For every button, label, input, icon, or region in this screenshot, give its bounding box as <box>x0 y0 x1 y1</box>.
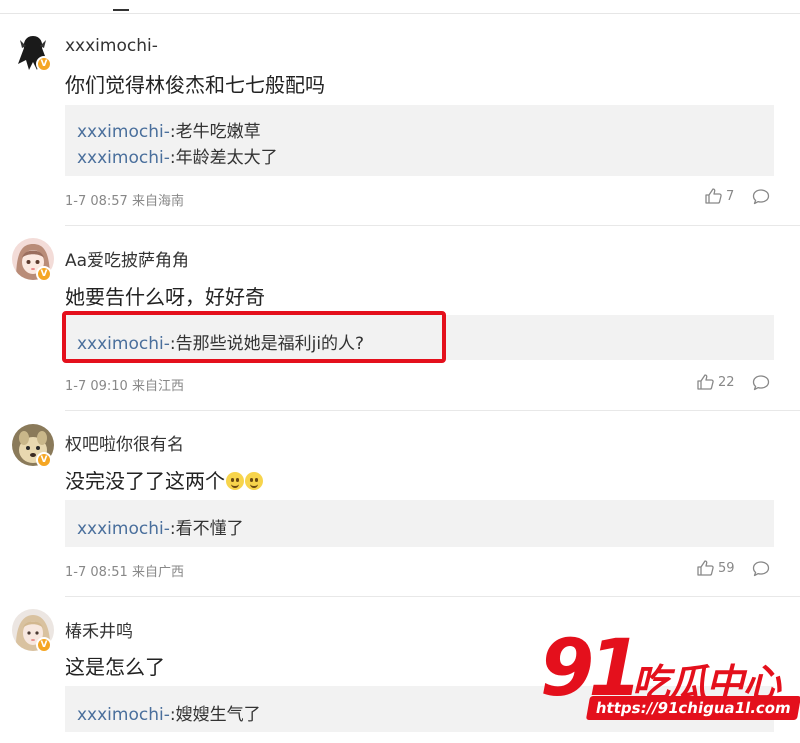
reply-line: xxximochi-:老牛吃嫩草 <box>77 122 261 142</box>
thumbs-up-icon <box>697 374 714 390</box>
reply-box[interactable]: xxximochi-:老牛吃嫩草 xxximochi-:年龄差太大了 <box>65 105 774 176</box>
like-button[interactable]: 22 <box>697 374 735 390</box>
highlight-box <box>62 311 446 363</box>
reply-username[interactable]: xxximochi- <box>77 705 170 725</box>
top-divider <box>0 13 800 14</box>
reply-line: xxximochi-:年龄差太大了 <box>77 148 278 168</box>
comment-meta: 1-7 08:57 来自海南 <box>65 194 184 209</box>
comment-bubble-icon <box>752 561 770 577</box>
thumbs-up-icon <box>705 188 722 204</box>
comment-username[interactable]: xxximochi- <box>65 36 158 56</box>
reply-text: 老牛吃嫩草 <box>175 122 261 142</box>
reply-line: xxximochi-:看不懂了 <box>77 519 244 539</box>
reply-button[interactable] <box>752 374 770 395</box>
reply-button[interactable] <box>752 560 770 581</box>
comment-text: 没完没了了这两个 <box>65 465 263 494</box>
verified-badge-icon: V <box>36 266 52 282</box>
divider <box>65 410 800 411</box>
reply-username[interactable]: xxximochi- <box>77 148 170 168</box>
reply-text: 看不懂了 <box>175 519 244 539</box>
comment-meta: 1-7 08:51 来自广西 <box>65 565 184 580</box>
like-button[interactable]: 59 <box>697 560 735 576</box>
reply-username[interactable]: xxximochi- <box>77 519 170 539</box>
comment-bubble-icon <box>752 189 770 205</box>
verified-badge-icon: V <box>36 637 52 653</box>
divider <box>65 596 800 597</box>
like-count: 7 <box>726 188 735 204</box>
comment-meta: 1-7 09:10 来自江西 <box>65 379 184 394</box>
reply-username[interactable]: xxximochi- <box>77 122 170 142</box>
comment-text: 她要告什么呀，好好奇 <box>65 285 265 309</box>
thumbs-up-icon <box>697 560 714 576</box>
like-count: 22 <box>718 374 735 390</box>
comment-username[interactable]: 椿禾井鸣 <box>65 617 133 642</box>
like-button[interactable]: 7 <box>705 188 734 204</box>
comment-bubble-icon <box>752 375 770 391</box>
smile-emoji-icon <box>245 472 263 490</box>
verified-badge-icon: V <box>36 452 52 468</box>
verified-badge-icon: V <box>36 56 52 72</box>
reply-box[interactable]: xxximochi-:看不懂了 <box>65 500 774 547</box>
reply-text: 年龄差太大了 <box>175 148 278 168</box>
like-count: 59 <box>718 560 735 576</box>
active-tab-indicator <box>113 9 129 11</box>
reply-button[interactable] <box>752 188 770 209</box>
divider <box>65 225 800 226</box>
watermark-logo: 91 吃瓜中心 https://91chigua1l.com <box>540 630 800 743</box>
watermark-url: https://91chigua1l.com <box>585 696 800 720</box>
comment-username[interactable]: 权吧啦你很有名 <box>65 430 184 455</box>
comment-username[interactable]: Aa爱吃披萨角角 <box>65 246 189 271</box>
comment-text: 你们觉得林俊杰和七七般配吗 <box>65 73 325 97</box>
comment-text: 这是怎么了 <box>65 655 165 679</box>
reply-line: xxximochi-:嫂嫂生气了 <box>77 705 261 725</box>
smile-emoji-icon <box>226 472 244 490</box>
reply-text: 嫂嫂生气了 <box>175 705 261 725</box>
